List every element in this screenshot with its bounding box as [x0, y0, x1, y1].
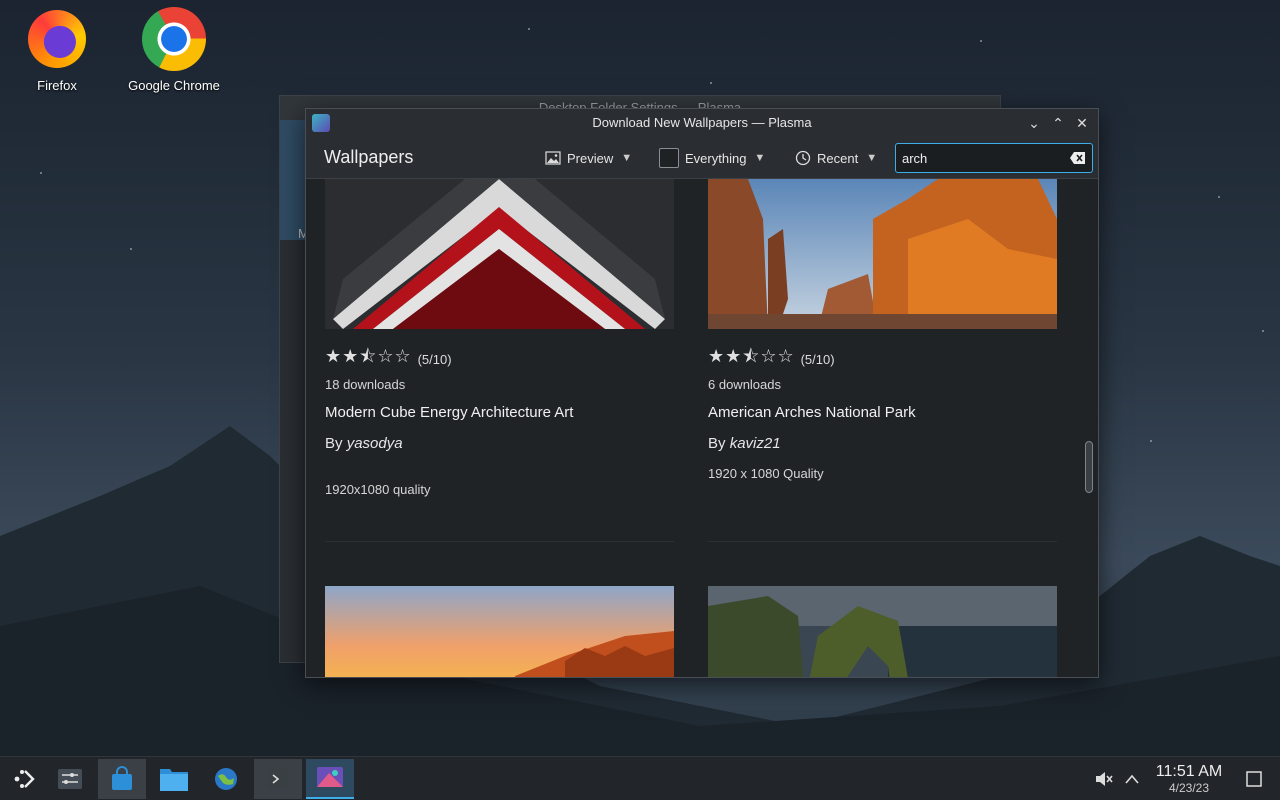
card-divider [325, 541, 674, 542]
folder-icon [160, 769, 188, 791]
scrollbar-thumb[interactable] [1085, 441, 1093, 493]
plasma-app-icon [317, 767, 343, 787]
wallpaper-card[interactable]: ★★⯪☆☆ (5/10) 18 downloads Modern Cube En… [325, 179, 674, 497]
wallpaper-name[interactable]: American Arches National Park [708, 404, 1057, 421]
close-button[interactable]: ✕ [1070, 109, 1094, 137]
system-settings-button[interactable] [202, 759, 250, 799]
author-name[interactable]: yasodya [347, 435, 403, 452]
author-line: By kaviz21 [708, 435, 1057, 452]
show-desktop-icon[interactable] [1232, 759, 1276, 799]
chevron-up-icon[interactable] [1112, 759, 1152, 799]
vertical-scrollbar[interactable] [1082, 179, 1096, 677]
star-rating-icon: ★★⯪☆☆ [325, 346, 412, 366]
rating-text: (5/10) [800, 351, 835, 367]
view-mode-label: Preview [567, 150, 614, 166]
page-title: Wallpapers [324, 147, 414, 167]
shopping-bag-icon [112, 766, 132, 790]
desktop-icon-label: Google Chrome [128, 78, 220, 93]
download-count: 18 downloads [325, 377, 406, 392]
terminal-button[interactable] [254, 759, 302, 799]
firefox-icon [28, 10, 86, 68]
image-icon [545, 151, 561, 165]
window-title: Download New Wallpapers — Plasma [592, 115, 812, 130]
download-count: 6 downloads [708, 377, 781, 392]
author-line: By yasodya [325, 435, 674, 452]
gear-globe-icon [215, 768, 237, 790]
wallpaper-description: 1920x1080 quality [325, 482, 431, 497]
background-window-sidebar [280, 120, 308, 240]
chevron-down-icon: ▼ [866, 152, 878, 164]
plasma-app-icon [312, 114, 330, 132]
chevron-down-icon: ▼ [621, 152, 633, 164]
rating: ★★⯪☆☆ (5/10) [708, 346, 1057, 369]
app-launcher-button[interactable] [0, 759, 48, 799]
clear-text-icon[interactable] [1070, 151, 1086, 165]
clock-icon [795, 150, 811, 166]
discover-button[interactable] [98, 759, 146, 799]
titlebar[interactable]: Download New Wallpapers — Plasma ⌄ ⌃ ✕ [306, 109, 1098, 137]
filter-label: Everything [685, 150, 747, 166]
taskbar: 11:51 AM 4/23/23 [0, 756, 1280, 800]
terminal-icon [267, 769, 289, 789]
minimize-button[interactable]: ⌄ [1022, 109, 1046, 137]
rating: ★★⯪☆☆ (5/10) [325, 346, 674, 369]
toolbar: Wallpapers Preview ▼ Everything ▼ Recent… [306, 137, 1098, 179]
by-prefix: By [325, 435, 343, 452]
sort-dropdown[interactable]: Recent ▼ [795, 146, 877, 170]
clock-date: 4/23/23 [1168, 781, 1210, 795]
wallpaper-thumbnail[interactable] [325, 179, 674, 329]
wallpaper-card[interactable]: ★★⯪☆☆ (5/10) 6 downloads American Arches… [708, 179, 1057, 481]
by-prefix: By [708, 435, 726, 452]
star-rating-icon: ★★⯪☆☆ [708, 346, 795, 366]
wallpaper-thumbnail[interactable] [708, 179, 1057, 329]
wallpaper-download-task[interactable] [306, 759, 354, 799]
chrome-icon [142, 7, 206, 71]
download-wallpapers-window[interactable]: Download New Wallpapers — Plasma ⌄ ⌃ ✕ W… [305, 108, 1099, 678]
search-input[interactable] [902, 149, 1062, 167]
view-mode-dropdown[interactable]: Preview ▼ [545, 146, 632, 170]
rating-text: (5/10) [417, 351, 452, 367]
desktop-icon-google-chrome[interactable]: Google Chrome [119, 7, 229, 93]
wallpaper-thumbnail[interactable] [325, 586, 674, 677]
wallpaper-card[interactable] [325, 586, 674, 677]
launcher-icon [14, 770, 35, 788]
card-divider [708, 541, 1057, 542]
clock[interactable]: 11:51 AM 4/23/23 [1148, 763, 1230, 795]
wallpaper-thumbnail[interactable] [708, 586, 1057, 677]
sort-label: Recent [817, 150, 859, 166]
wallpaper-description: 1920 x 1080 Quality [708, 466, 824, 481]
chevron-down-icon: ▼ [754, 152, 766, 164]
filter-checkbox[interactable] [659, 148, 679, 168]
filter-dropdown[interactable]: Everything ▼ [659, 146, 765, 170]
maximize-button[interactable]: ⌃ [1046, 109, 1070, 137]
file-manager-button[interactable] [150, 759, 198, 799]
task-switcher-button[interactable] [46, 759, 94, 799]
desktop-icon-firefox[interactable]: Firefox [2, 10, 112, 93]
wallpaper-card[interactable] [708, 586, 1057, 677]
clock-time: 11:51 AM [1155, 763, 1223, 780]
desktop-icon-label: Firefox [37, 78, 77, 93]
wallpaper-name[interactable]: Modern Cube Energy Architecture Art [325, 404, 674, 421]
author-name[interactable]: kaviz21 [730, 435, 781, 452]
settings-sliders-icon [58, 769, 82, 789]
wallpaper-grid[interactable]: ★★⯪☆☆ (5/10) 18 downloads Modern Cube En… [306, 179, 1077, 677]
search-field[interactable] [895, 143, 1093, 173]
